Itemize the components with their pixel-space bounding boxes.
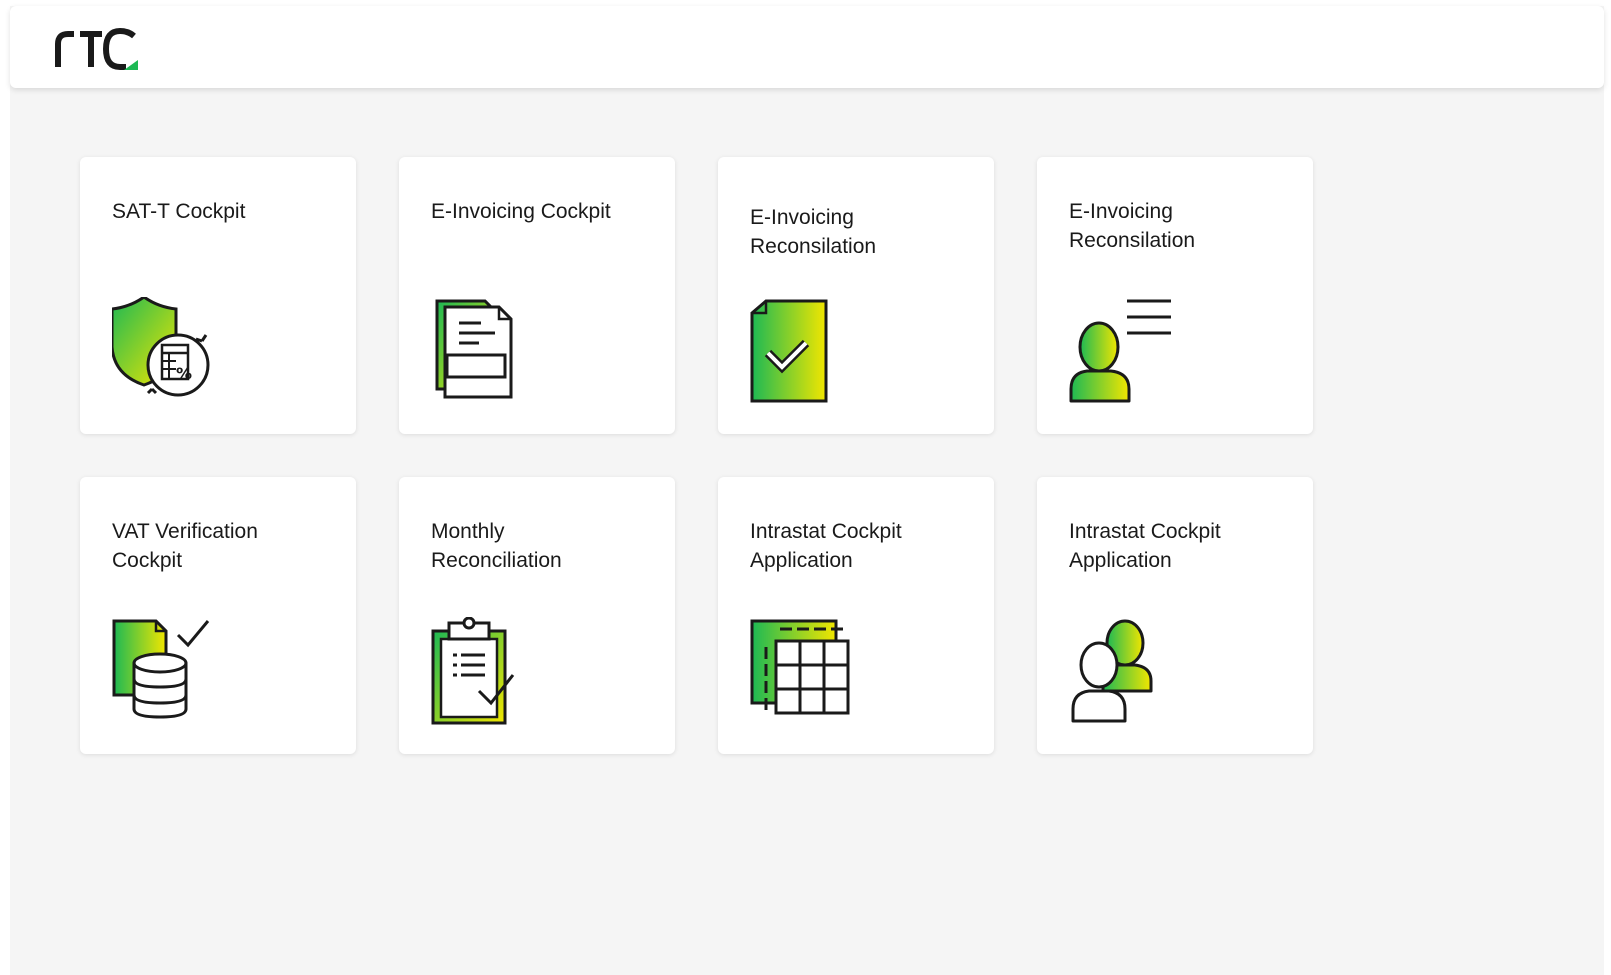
table-grid-icon	[750, 617, 860, 727]
tile-title: E-Invoicing Reconsilation	[750, 206, 877, 258]
document-check-icon	[750, 297, 860, 407]
tile-sat-t-cockpit[interactable]: SAT-T Cockpit %	[80, 157, 356, 434]
app-window: SAT-T Cockpit % E-Invoicing Cockpit E-In…	[10, 6, 1604, 975]
clipboard-check-icon	[431, 616, 541, 727]
user-list-icon	[1069, 297, 1179, 407]
rtc-logo-icon	[55, 27, 138, 70]
svg-text:%: %	[176, 364, 192, 383]
users-icon	[1069, 617, 1179, 727]
tile-vat-verification-cockpit[interactable]: VAT Verification Cockpit	[80, 477, 356, 754]
top-header-bar	[10, 6, 1604, 88]
tile-intrastat-cockpit-application-1[interactable]: Intrastat Cockpit Application	[718, 477, 994, 754]
tile-monthly-reconciliation[interactable]: Monthly Reconciliation	[399, 477, 675, 754]
tile-title: Intrastat Cockpit Application	[750, 520, 902, 572]
tile-title: Monthly Reconciliation	[431, 520, 562, 572]
tile-title: E-Invoicing Cockpit	[431, 200, 611, 223]
tile-e-invoicing-reconsilation-2[interactable]: E-Invoicing Reconsilation	[1037, 157, 1313, 434]
tile-title: SAT-T Cockpit	[112, 200, 246, 223]
database-check-icon	[112, 617, 222, 727]
tile-title: E-Invoicing Reconsilation	[1069, 200, 1196, 252]
tile-title: Intrastat Cockpit Application	[1069, 520, 1221, 572]
tile-e-invoicing-cockpit[interactable]: E-Invoicing Cockpit	[399, 157, 675, 434]
invoice-documents-icon	[431, 297, 541, 407]
rtc-logo[interactable]	[54, 26, 138, 70]
tile-title: VAT Verification Cockpit	[112, 520, 258, 572]
tile-e-invoicing-reconsilation-1[interactable]: E-Invoicing Reconsilation	[718, 157, 994, 434]
tile-intrastat-cockpit-application-2[interactable]: Intrastat Cockpit Application	[1037, 477, 1313, 754]
shield-calculator-icon: %	[110, 295, 222, 407]
